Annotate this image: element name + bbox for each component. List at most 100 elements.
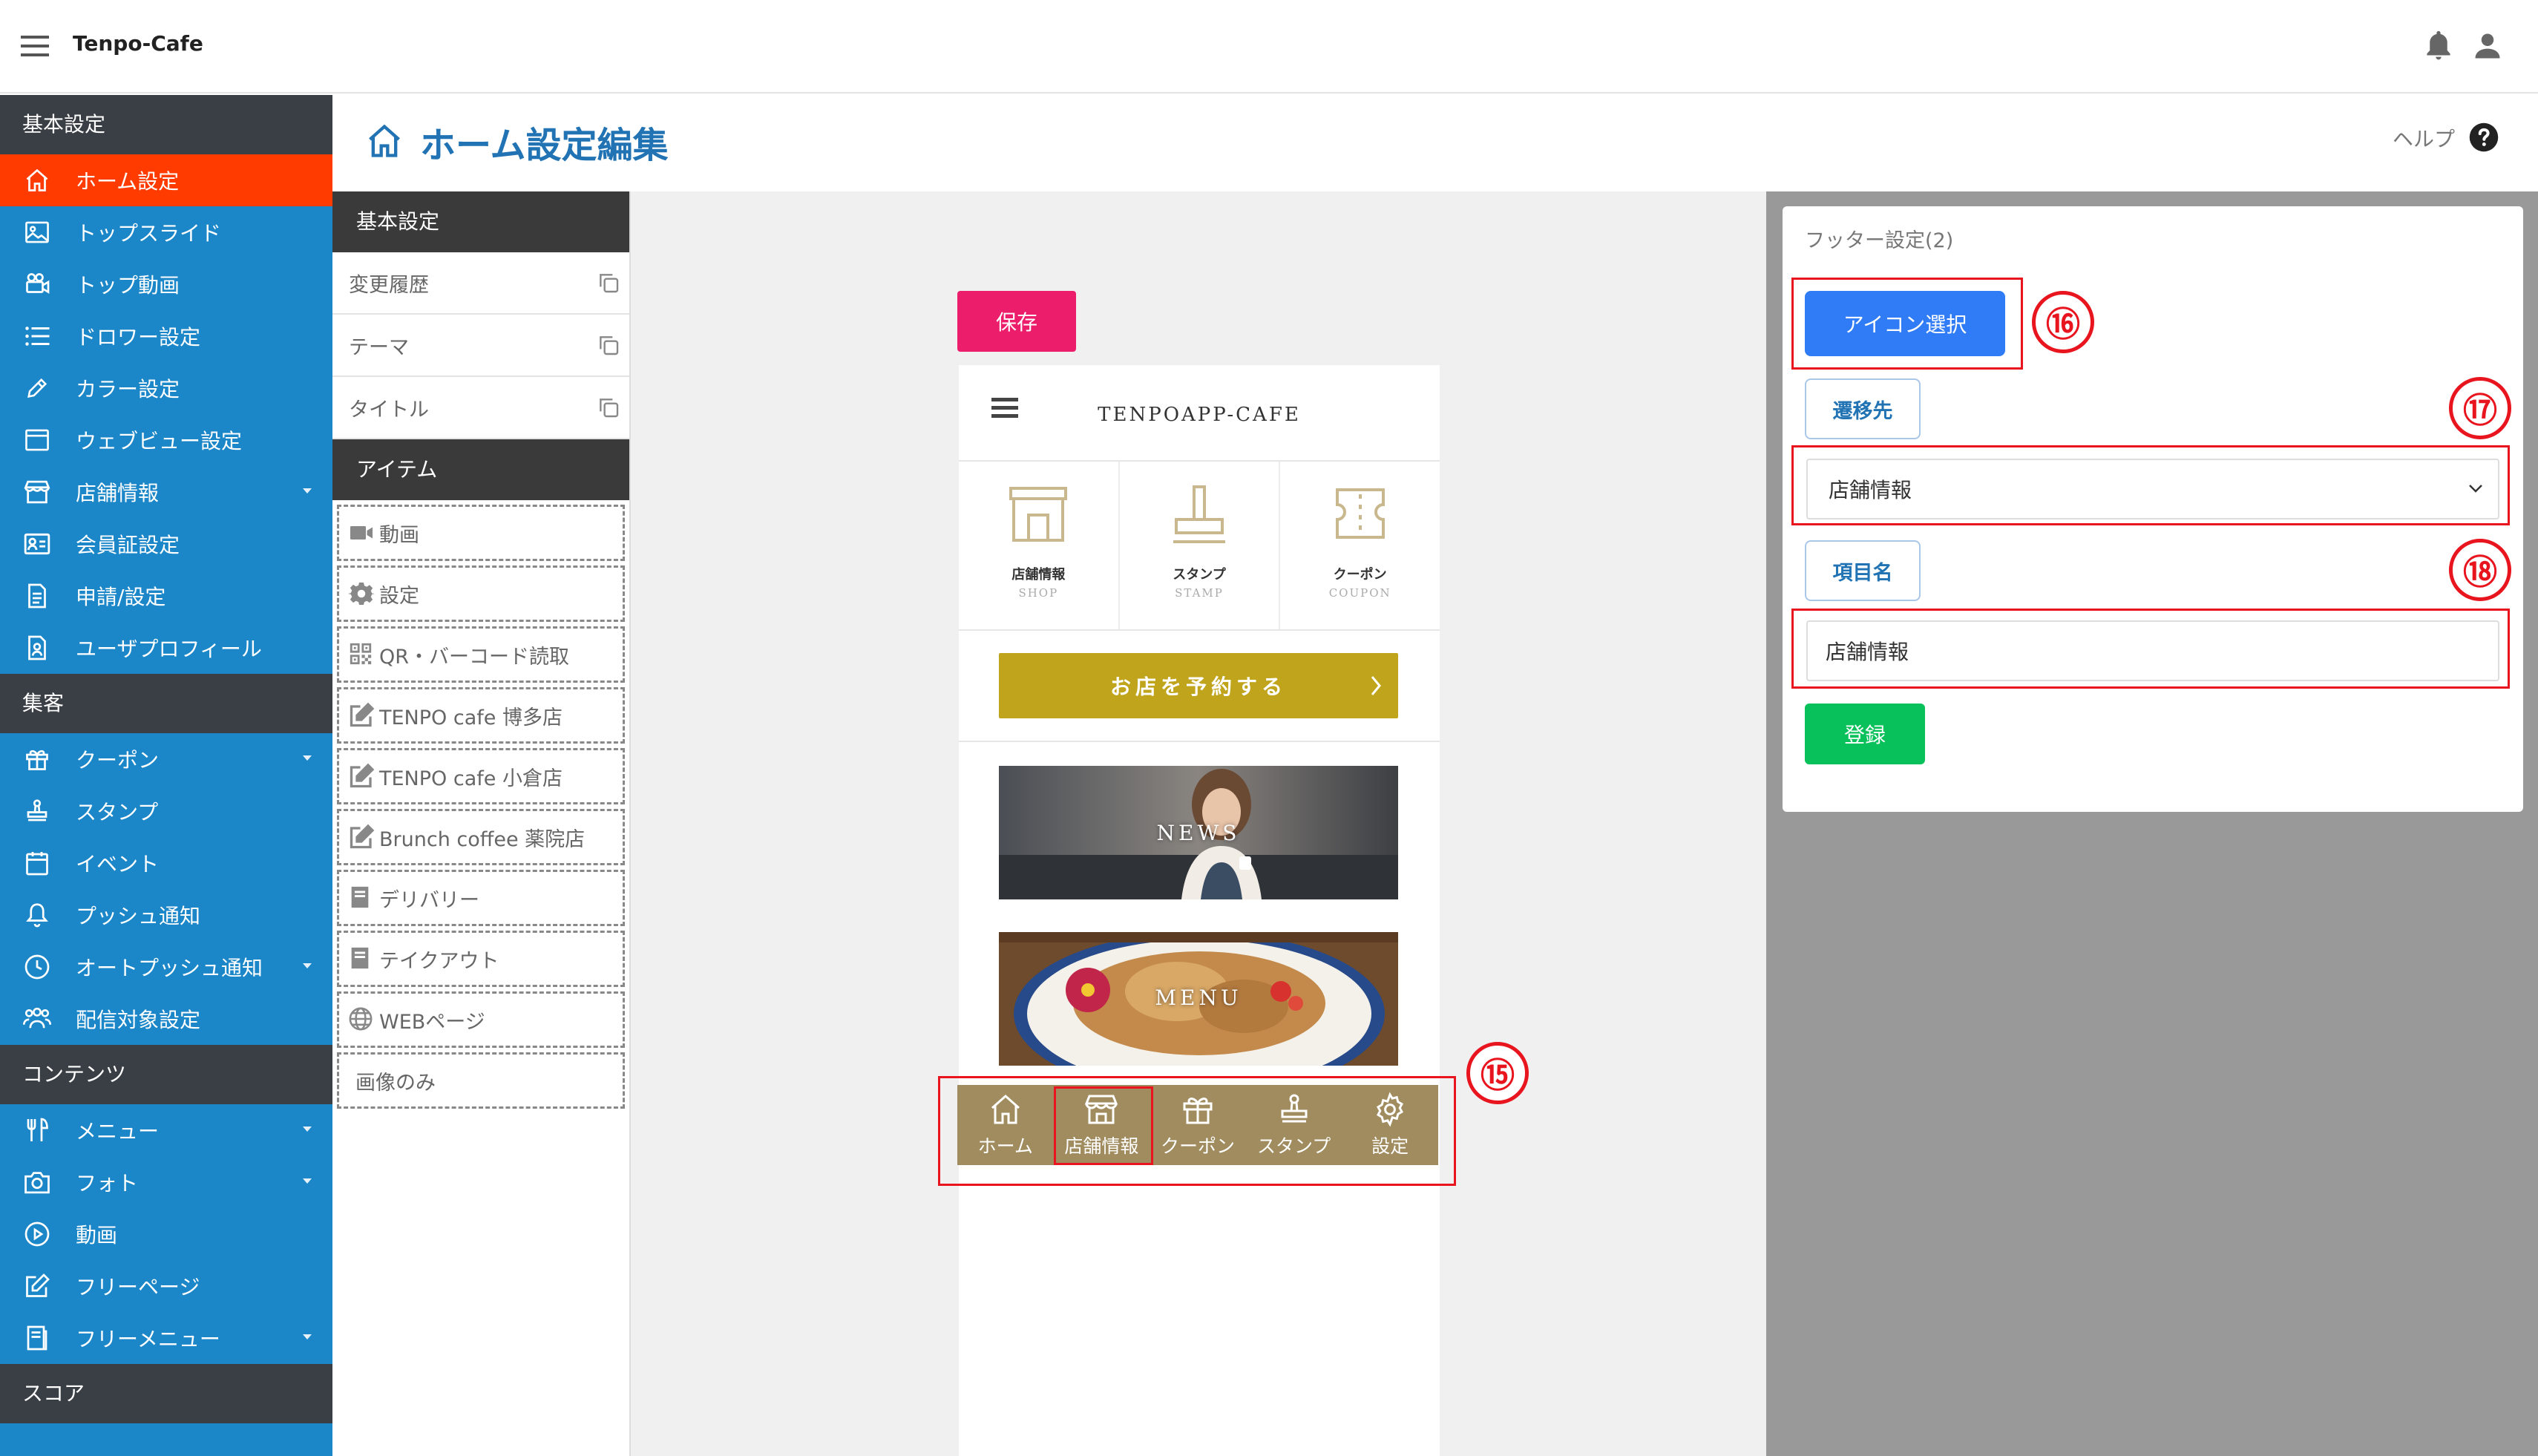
image-icon [21, 217, 53, 247]
sidebar-item-store-info[interactable]: 店舗情報 [0, 466, 332, 518]
sidebar-item-label: フォト [76, 1171, 139, 1196]
footer-nav-coupon[interactable]: クーポン [1150, 1085, 1246, 1165]
sidebar-item-stamp[interactable]: スタンプ [0, 785, 332, 837]
draggable-item-webpage[interactable]: WEBページ [337, 991, 625, 1048]
sidebar-item-event[interactable]: イベント [0, 837, 332, 889]
sidebar-item-auto-push[interactable]: オートプッシュ通知 [0, 941, 332, 993]
item-name-input[interactable] [1806, 620, 2499, 681]
sidebar-item-label: ホーム設定 [76, 169, 180, 194]
sidebar-item-menu[interactable]: メニュー [0, 1104, 332, 1156]
destination-select-value: 店舗情報 [1829, 478, 1912, 502]
home-icon [988, 1092, 1023, 1127]
category-label: 店舗情報 [1011, 567, 1066, 583]
draggable-item-kokura[interactable]: TENPO cafe 小倉店 [337, 748, 625, 804]
footer-nav-label: クーポン [1160, 1135, 1235, 1157]
news-banner[interactable]: NEWS [999, 766, 1398, 899]
category-stamp[interactable]: スタンプ STAMP [1120, 462, 1281, 629]
item-panel-row-theme[interactable]: テーマ [332, 315, 629, 377]
phone-category-grid: 店舗情報 SHOP スタンプ STAMP クーポン COUPON [959, 462, 1440, 631]
destination-label: 遷移先 [1805, 378, 1921, 439]
home-icon [21, 165, 53, 195]
item-panel-row-history[interactable]: 変更履歴 [332, 252, 629, 315]
help-link[interactable]: ヘルプ [2393, 123, 2455, 153]
stamp-icon [21, 796, 53, 826]
footer-nav-preview: ホーム 店舗情報 クーポン スタンプ 設定 [957, 1085, 1438, 1165]
icon-select-button[interactable]: アイコン選択 [1805, 291, 2005, 356]
footer-nav-store-info[interactable]: 店舗情報 [1054, 1085, 1150, 1165]
draggable-item-takeout[interactable]: テイクアウト [337, 931, 625, 987]
sidebar-item-video[interactable]: 動画 [0, 1208, 332, 1260]
edit-icon [348, 702, 375, 729]
play-icon [21, 1219, 53, 1249]
video-icon [348, 519, 375, 546]
sidebar-item-coupon[interactable]: クーポン [0, 733, 332, 785]
copy-icon[interactable] [597, 333, 620, 357]
category-sub-label: COUPON [1328, 586, 1391, 600]
gear-icon [348, 580, 375, 607]
footer-nav-home[interactable]: ホーム [957, 1085, 1054, 1165]
sidebar-item-label: ウェブビュー設定 [76, 429, 243, 453]
sidebar-item-free-menu[interactable]: フリーメニュー [0, 1312, 332, 1364]
annotation-18: ⑱ [2449, 539, 2511, 601]
help-icon[interactable] [2468, 122, 2499, 153]
draggable-item-settings[interactable]: 設定 [337, 565, 625, 622]
list-icon [21, 321, 53, 351]
draggable-item-label: 動画 [379, 523, 419, 547]
item-panel-row-title[interactable]: タイトル [332, 377, 629, 439]
item-panel-row-label: テーマ [349, 335, 409, 359]
sidebar-item-label: イベント [76, 852, 160, 876]
sidebar-item-free-page[interactable]: フリーページ [0, 1260, 332, 1312]
draggable-item-label: TENPO cafe 小倉店 [379, 767, 563, 790]
category-shop[interactable]: 店舗情報 SHOP [959, 462, 1120, 629]
home-icon [365, 122, 404, 160]
sidebar-item-user-profile[interactable]: ユーザプロフィール [0, 622, 332, 674]
sidebar-item-target-settings[interactable]: 配信対象設定 [0, 993, 332, 1045]
user-account-icon[interactable] [2471, 30, 2504, 62]
copy-icon[interactable] [597, 396, 620, 419]
draggable-item-label: テイクアウト [379, 949, 499, 973]
footer-nav-settings[interactable]: 設定 [1342, 1085, 1438, 1165]
phone-header: TENPOAPP-CAFE [959, 365, 1440, 462]
reserve-button[interactable]: お店を予約する [999, 653, 1398, 718]
footer-nav-label: 店舗情報 [1064, 1135, 1139, 1157]
category-coupon[interactable]: クーポン COUPON [1280, 462, 1440, 629]
book-icon [348, 945, 375, 972]
hamburger-menu-icon[interactable] [19, 33, 52, 59]
item-panel-basic-heading: 基本設定 [332, 191, 629, 252]
category-sub-label: SHOP [1018, 586, 1059, 600]
sidebar-item-label: 店舗情報 [76, 481, 160, 505]
edit-icon [348, 763, 375, 790]
sidebar-item-push-notification[interactable]: プッシュ通知 [0, 889, 332, 941]
draggable-item-delivery[interactable]: デリバリー [337, 870, 625, 926]
users-icon [21, 1004, 53, 1034]
sidebar-item-label: カラー設定 [76, 377, 180, 401]
draggable-item-hakata[interactable]: TENPO cafe 博多店 [337, 687, 625, 744]
ticket-icon [1327, 479, 1394, 551]
sidebar-item-top-slide[interactable]: トップスライド [0, 206, 332, 258]
draggable-item-yakuin[interactable]: Brunch coffee 薬院店 [337, 809, 625, 865]
sidebar-item-webview-settings[interactable]: ウェブビュー設定 [0, 414, 332, 466]
draggable-item-label: WEBページ [379, 1010, 485, 1034]
destination-select[interactable]: 店舗情報 [1806, 459, 2499, 519]
draggable-item-video[interactable]: 動画 [337, 505, 625, 561]
register-button[interactable]: 登録 [1805, 704, 1925, 764]
draggable-item-qr-reader[interactable]: QR・バーコード読取 [337, 626, 625, 683]
sidebar-item-photo[interactable]: フォト [0, 1156, 332, 1208]
sidebar-item-application-settings[interactable]: 申請/設定 [0, 570, 332, 622]
sidebar-item-home-settings[interactable]: ホーム設定 [0, 154, 332, 206]
sidebar-item-color-settings[interactable]: カラー設定 [0, 362, 332, 414]
banner-label: MENU [1155, 986, 1242, 1010]
footer-nav-stamp[interactable]: スタンプ [1246, 1085, 1342, 1165]
copy-icon[interactable] [597, 271, 620, 295]
sidebar-item-label: スタンプ [76, 800, 159, 824]
caret-down-icon [303, 755, 312, 761]
sidebar-item-top-video[interactable]: トップ動画 [0, 258, 332, 310]
sidebar-item-drawer-settings[interactable]: ドロワー設定 [0, 310, 332, 362]
sidebar-item-member-card[interactable]: 会員証設定 [0, 518, 332, 570]
draggable-item-image-only[interactable]: 画像のみ [337, 1052, 625, 1109]
save-button[interactable]: 保存 [957, 291, 1076, 352]
draggable-item-label: 設定 [379, 584, 419, 608]
notification-bell-icon[interactable] [2422, 28, 2455, 64]
annotation-15: ⑮ [1466, 1042, 1529, 1104]
menu-banner[interactable]: MENU [999, 932, 1398, 1066]
